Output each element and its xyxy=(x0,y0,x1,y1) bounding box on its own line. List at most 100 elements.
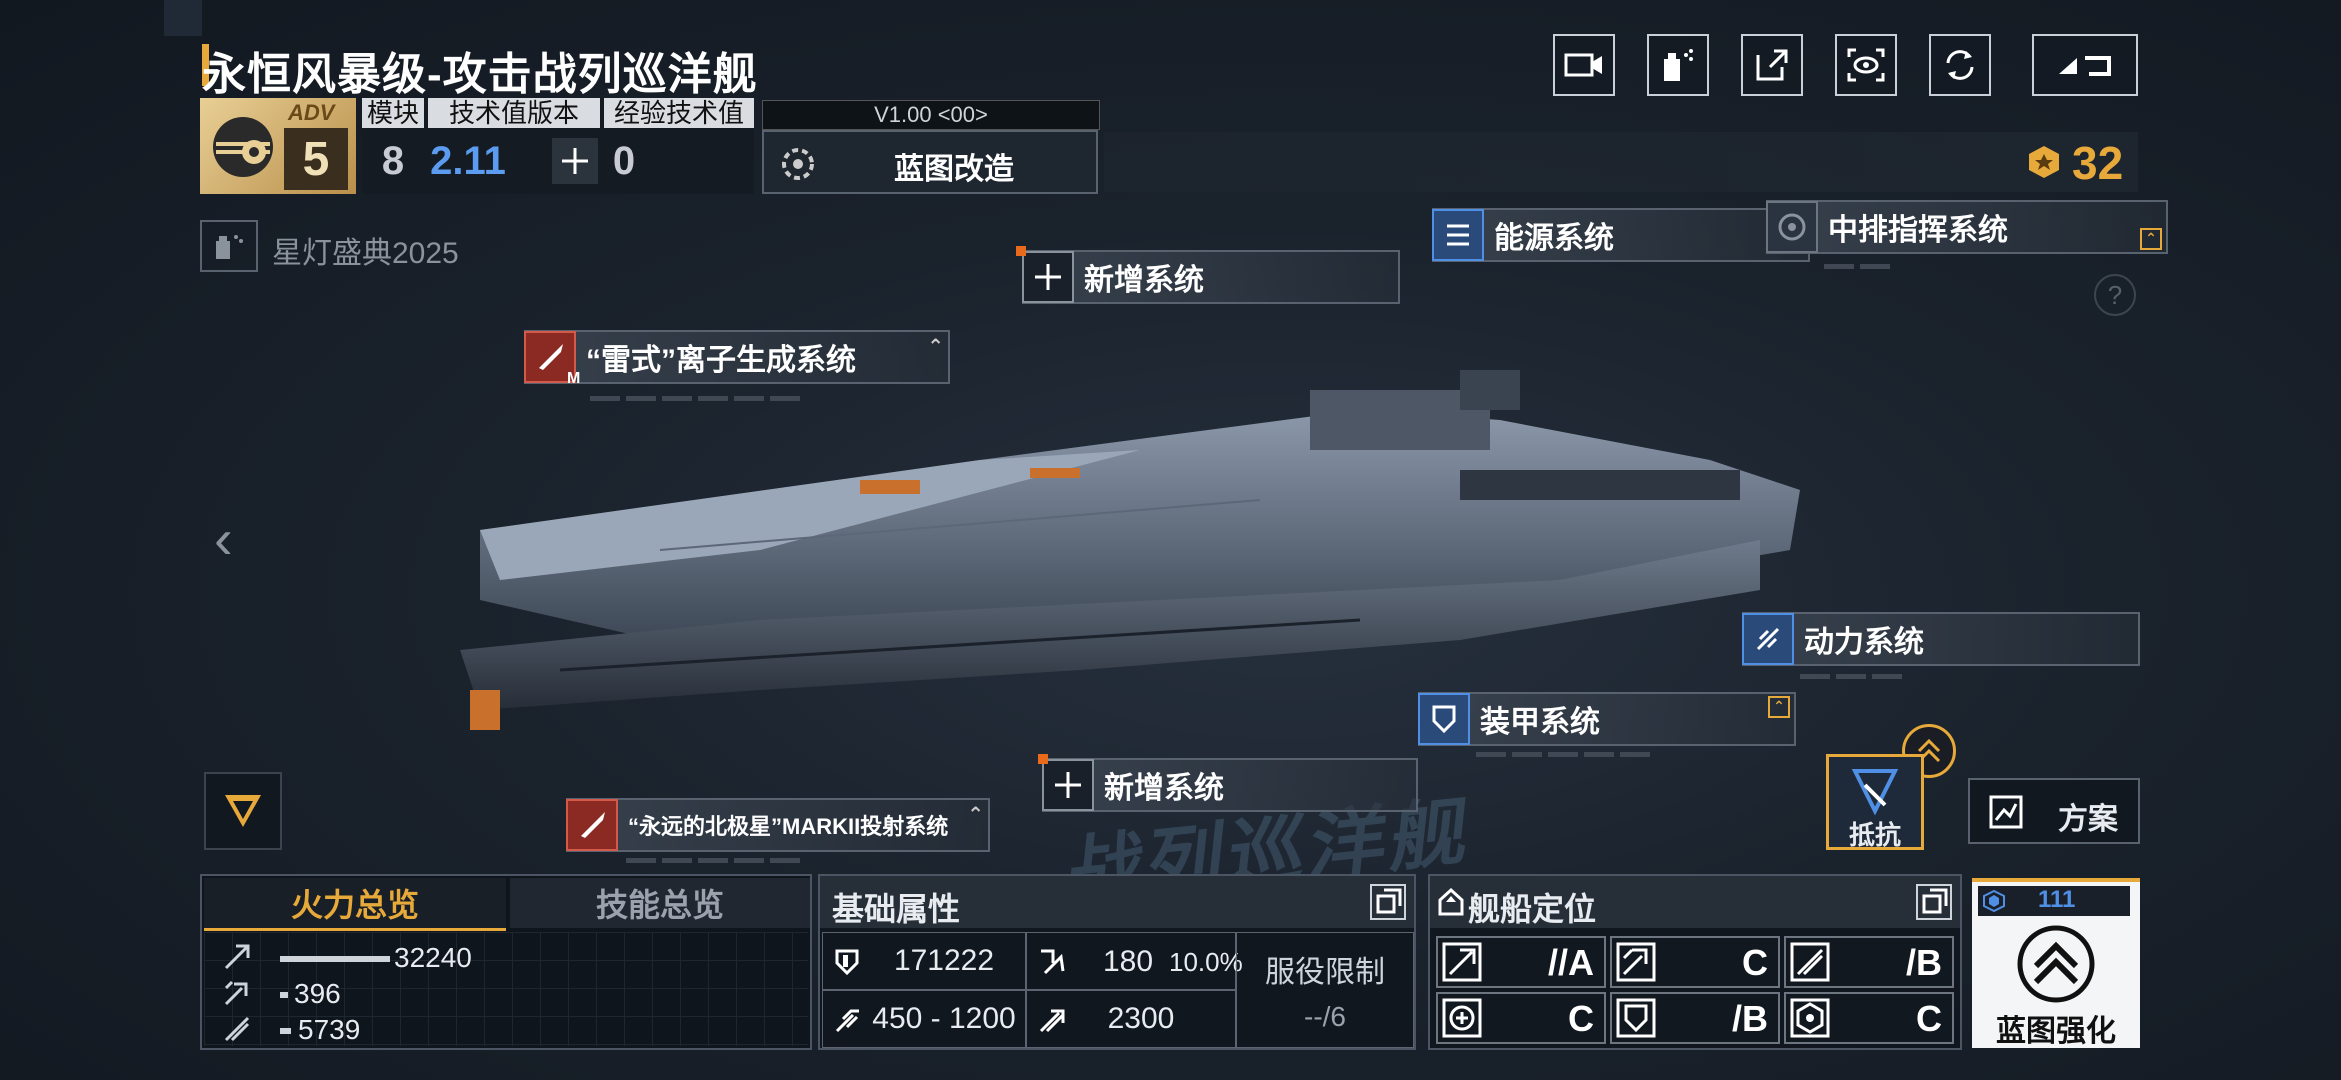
base-attributes-header: 基础属性 xyxy=(820,876,1414,928)
role-cell-siege[interactable]: C xyxy=(1610,936,1780,988)
collapse-toggle[interactable] xyxy=(204,772,282,850)
add-system-icon xyxy=(1042,759,1094,811)
currency-amount: 32 xyxy=(2072,137,2124,189)
tab-firepower[interactable]: 火力总览 xyxy=(204,878,506,931)
resist-button[interactable]: 抵抗 xyxy=(1826,754,1924,850)
expand-icon xyxy=(1376,888,1402,914)
armor-system[interactable]: 装甲系统 ⌃ xyxy=(1418,692,1796,746)
siege-role-icon xyxy=(1616,942,1656,982)
role-cell-ranged[interactable]: /B xyxy=(1784,936,1954,988)
firepower-panel: 火力总览 技能总览 32240 396 5739 xyxy=(200,874,812,1050)
expand-icon xyxy=(1922,888,1948,914)
firepower-value-3: 5739 xyxy=(298,1014,361,1045)
plan-label: 方案 xyxy=(2058,803,2118,836)
back-icon xyxy=(2059,56,2111,76)
event-tag-label[interactable]: 星灯盛典2025 xyxy=(272,228,459,272)
role-cell-antiair[interactable]: C xyxy=(1436,992,1606,1044)
tab-skills[interactable]: 技能总览 xyxy=(510,878,810,928)
energy-system[interactable]: 能源系统 xyxy=(1432,208,1810,262)
power-system-slots xyxy=(1800,674,1902,679)
warp-icon xyxy=(1039,1009,1065,1033)
assault-role-icon xyxy=(1442,942,1482,982)
base-attributes-panel: 基础属性 171222 180 10.0% 450 - 1200 2300 服役… xyxy=(818,874,1416,1050)
refresh-button[interactable] xyxy=(1929,34,1991,96)
role-cell-support[interactable]: C xyxy=(1784,992,1954,1044)
stats-panel: 模块 技术值版本 经验技术值 8 2.11 0 xyxy=(362,98,754,194)
speed-value: 450 - 1200 xyxy=(872,1002,1016,1035)
plan-button[interactable]: 方案 xyxy=(1968,778,2140,844)
share-icon xyxy=(1756,49,1788,81)
thruster-icon xyxy=(1742,613,1794,665)
ion-system-slots xyxy=(590,396,800,401)
command-upgrade-icon: ⌃ xyxy=(2140,228,2162,250)
ship-name: 永恒风暴级-攻击战列巡洋舰 xyxy=(202,50,758,99)
blueprint-mod-label: 蓝图改造 xyxy=(894,153,1014,186)
rank-level-box: 5 xyxy=(284,128,348,190)
firepower-bar-2 xyxy=(280,992,288,998)
armor-system-slots xyxy=(1476,752,1650,757)
add-system-icon xyxy=(1022,251,1074,303)
service-limit-cell: 服役限制 --/6 xyxy=(1236,932,1414,1048)
armor-upgrade-icon: ⌃ xyxy=(1768,696,1790,718)
new-system-top[interactable]: 新增系统 xyxy=(1022,250,1400,304)
version-tag: V1.00 <00> xyxy=(762,100,1100,130)
help-button[interactable]: ? xyxy=(2094,274,2136,316)
tech-version-value: 2.11 xyxy=(430,139,506,183)
firepower-bar-1 xyxy=(280,956,390,962)
view-button[interactable] xyxy=(1835,34,1897,96)
polaris-system[interactable]: “永远的北极星”MARKII投射系统 ⌃ xyxy=(566,798,990,852)
video-button[interactable] xyxy=(1553,34,1615,96)
support-role-icon xyxy=(1790,998,1830,1038)
tab-skills-label: 技能总览 xyxy=(595,887,724,923)
enhance-count: 111 xyxy=(2038,886,2076,913)
antiair-role-icon xyxy=(1442,998,1482,1038)
firepower-bar-3 xyxy=(280,1028,291,1034)
new-system-top-label: 新增系统 xyxy=(1084,264,1204,297)
corner-marker xyxy=(164,0,202,36)
role-cell-defense[interactable]: /B xyxy=(1610,992,1780,1044)
polaris-upgrade-icon: ⌃ xyxy=(967,804,984,826)
positioning-expand-button[interactable] xyxy=(1916,884,1952,920)
aoe-fire-icon xyxy=(224,980,248,1006)
event-tag-icon-box xyxy=(200,220,258,272)
gear-emblem-icon xyxy=(213,117,273,177)
stat-header-tech: 技术值版本 xyxy=(428,98,600,128)
command-system[interactable]: 中排指挥系统 ⌃ xyxy=(1766,200,2168,254)
blueprint-enhance-button[interactable]: 111 蓝图强化 xyxy=(1972,878,2140,1048)
firepower-value-2: 396 xyxy=(294,978,341,1009)
blueprint-mod-button[interactable]: 蓝图改造 xyxy=(762,130,1098,194)
ion-system[interactable]: “雷式”离子生成系统 ⌃ xyxy=(524,330,950,384)
resist-icon xyxy=(1851,769,1899,815)
blueprint-chip-icon xyxy=(1983,889,2005,913)
polaris-system-label: “永远的北极星”MARKII投射系统 xyxy=(628,814,949,839)
back-button[interactable] xyxy=(2032,34,2138,96)
positioning-panel: 舰船定位 //A C /B C /B C xyxy=(1428,874,1962,1050)
command-system-slots xyxy=(1824,264,1890,269)
direct-fire-icon xyxy=(224,944,250,970)
ship-model[interactable] xyxy=(460,350,1800,750)
hp-value: 171222 xyxy=(893,944,995,977)
hp-cell: 171222 xyxy=(822,932,1026,990)
paint-button[interactable] xyxy=(1647,34,1709,96)
support-role-grade: C xyxy=(1916,998,1942,1039)
plan-icon xyxy=(1989,795,2023,829)
triangle-down-icon xyxy=(225,795,261,827)
currency-icon xyxy=(2029,146,2059,178)
polaris-system-slots xyxy=(626,858,800,863)
antiair-role-grade: C xyxy=(1568,998,1594,1039)
refresh-icon xyxy=(1946,50,1974,80)
crosshair-icon xyxy=(552,138,598,184)
role-cell-assault[interactable]: //A xyxy=(1436,936,1606,988)
expand-button[interactable] xyxy=(1370,884,1406,920)
ranged-role-grade: /B xyxy=(1906,942,1942,983)
siege-role-grade: C xyxy=(1742,942,1768,983)
modules-value: 8 xyxy=(381,139,405,183)
prev-ship-arrow-icon[interactable]: ‹ xyxy=(214,506,233,571)
top-status-bar xyxy=(1104,132,2138,192)
power-system[interactable]: 动力系统 xyxy=(1742,612,2140,666)
power-system-label: 动力系统 xyxy=(1804,626,1924,659)
share-button[interactable] xyxy=(1741,34,1803,96)
ion-upgrade-icon: ⌃ xyxy=(927,336,944,358)
new-system-bottom[interactable]: 新增系统 xyxy=(1042,758,1418,812)
evasion-value: 180 xyxy=(1103,945,1154,978)
